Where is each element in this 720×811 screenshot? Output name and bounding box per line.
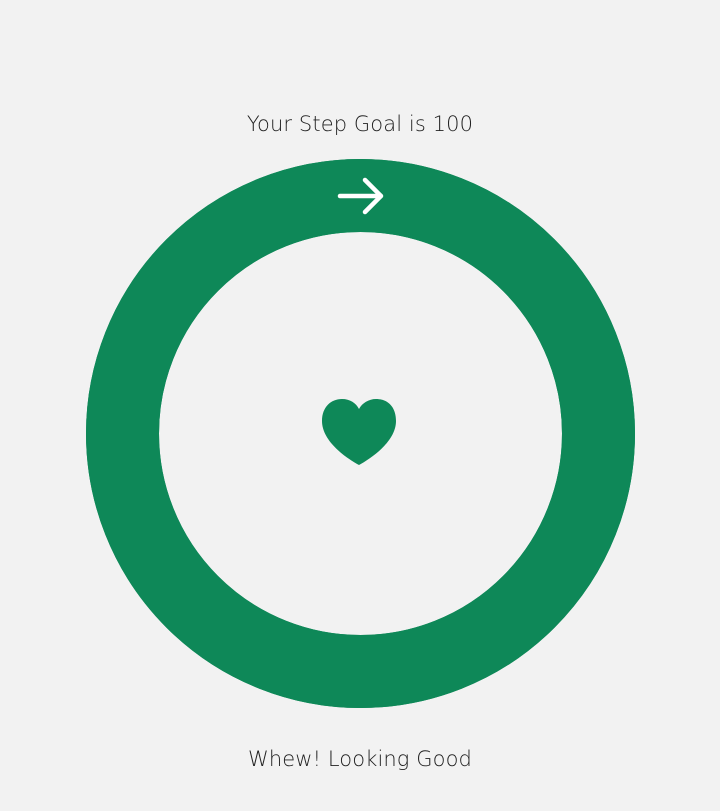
- progress-ring: [86, 159, 635, 708]
- step-goal-label: Your Step Goal is 100: [246, 112, 474, 136]
- progress-ring-svg: [86, 159, 635, 708]
- status-message: Whew! Looking Good: [248, 747, 472, 771]
- heart-icon: [322, 399, 396, 465]
